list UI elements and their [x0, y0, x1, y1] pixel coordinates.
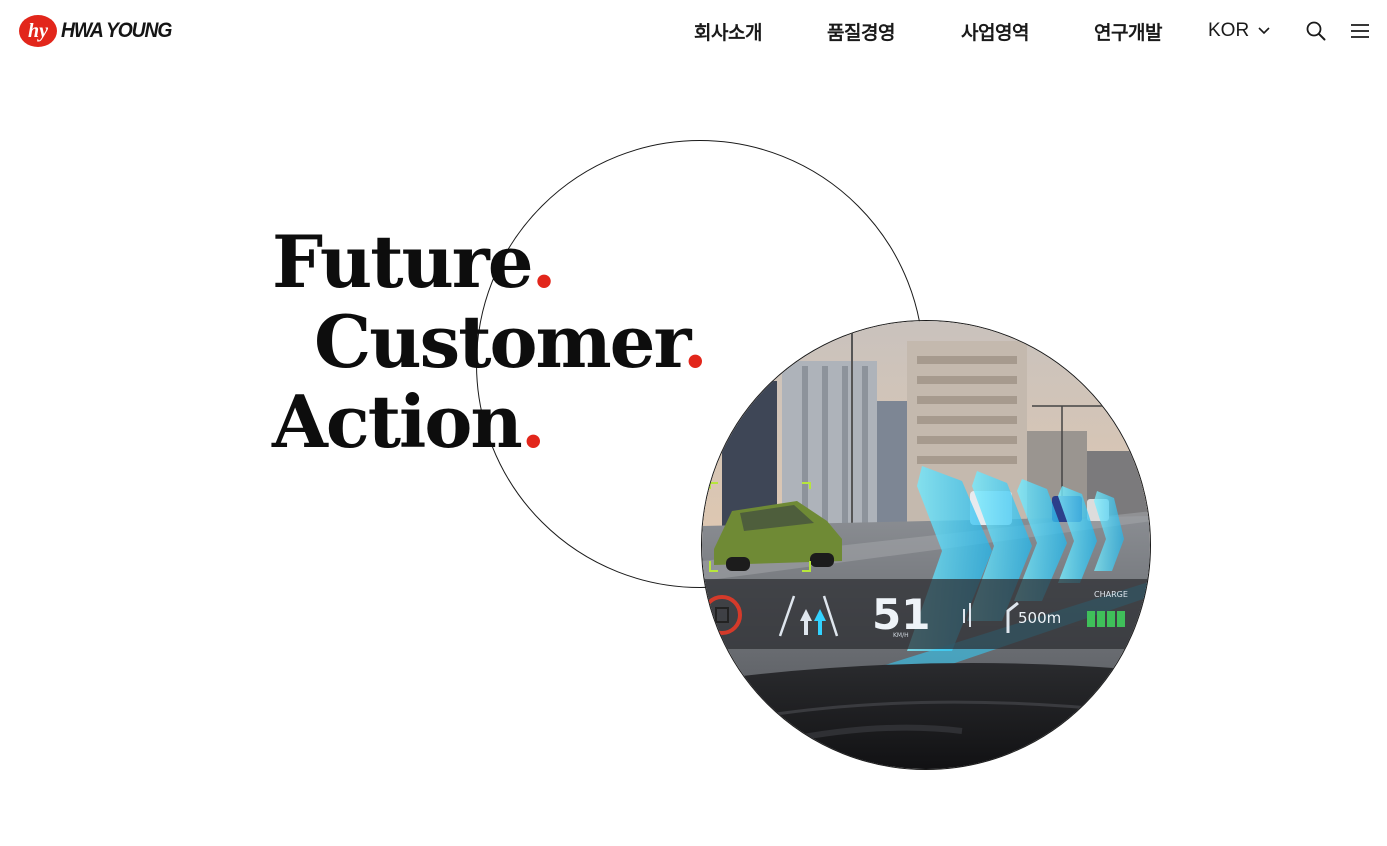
site-header: hy HWA YOUNG 회사소개 품질경영 사업영역 연구개발 KOR: [0, 0, 1387, 64]
headline-line-customer: Customer.: [314, 299, 708, 384]
hud-charge-label: CHARGE: [1094, 590, 1128, 599]
chevron-down-icon: [1258, 27, 1270, 35]
accent-dot: .: [531, 219, 557, 304]
svg-text:hy: hy: [28, 20, 48, 42]
language-selector[interactable]: KOR: [1208, 20, 1270, 42]
accent-dot: .: [682, 299, 708, 384]
nav-item-quality[interactable]: 품질경영: [827, 18, 895, 45]
headline-line-action: Action.: [272, 379, 546, 464]
accent-dot: .: [520, 379, 546, 464]
search-icon[interactable]: [1305, 20, 1327, 42]
hud-speed-unit: KM/H: [893, 632, 909, 639]
nav-item-rnd[interactable]: 연구개발: [1094, 18, 1162, 45]
hero-image-hud-car: 51 KM/H 500m CHARGE: [701, 320, 1151, 770]
hamburger-menu-icon[interactable]: [1349, 20, 1371, 42]
page: hy HWA YOUNG 회사소개 품질경영 사업영역 연구개발 KOR Fut…: [0, 0, 1387, 846]
nav-item-business[interactable]: 사업영역: [961, 18, 1029, 45]
hero-headline: Future. Customer. Action.: [272, 219, 708, 464]
hwa-young-logo[interactable]: hy HWA YOUNG: [18, 14, 181, 48]
logo-wordmark: HWA YOUNG: [61, 19, 172, 42]
headline-line-future: Future.: [272, 219, 557, 304]
hud-distance: 500m: [1018, 609, 1061, 627]
language-label: KOR: [1208, 20, 1250, 41]
logo-mark: hy: [19, 15, 57, 47]
nav-item-company[interactable]: 회사소개: [694, 18, 762, 45]
hud-scene-illustration: 51 KM/H 500m CHARGE: [702, 321, 1150, 769]
